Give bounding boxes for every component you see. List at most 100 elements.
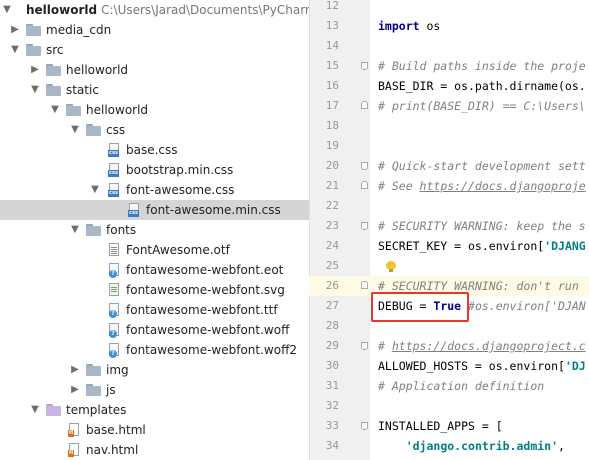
templates-folder-icon <box>46 404 61 416</box>
folder-icon <box>66 104 81 116</box>
fold-marker-icon[interactable] <box>361 422 368 430</box>
unknown-file-icon: ? <box>108 323 120 338</box>
tree-item-img[interactable]: ▶ img <box>0 360 309 380</box>
code-line-20: # Quick-start development sett <box>378 159 586 173</box>
chevron-down-icon[interactable]: ▼ <box>68 120 82 140</box>
chevron-right-icon[interactable]: ▶ <box>68 380 82 400</box>
lightbulb-icon[interactable] <box>386 261 396 273</box>
line-number: 12 <box>325 0 339 12</box>
text-file-icon <box>108 243 120 257</box>
folder-icon <box>26 24 41 36</box>
code-line-13: import os <box>378 19 441 33</box>
tree-item-src[interactable]: ▼ src <box>0 40 309 60</box>
css-file-icon: css <box>108 183 120 197</box>
tree-item-label: fonts <box>106 223 137 237</box>
tree-item-nav-html[interactable]: H nav.html <box>0 440 309 460</box>
chevron-right-icon[interactable]: ▶ <box>28 60 42 80</box>
folder-icon <box>86 124 101 136</box>
line-number: 31 <box>325 379 339 392</box>
css-file-icon: css <box>108 163 120 177</box>
tree-item-webfont-eot[interactable]: ? fontawesome-webfont.eot <box>0 260 309 280</box>
code-line-23: # SECURITY WARNING: keep the s <box>378 219 586 233</box>
line-number: 26 <box>325 279 339 292</box>
line-number: 30 <box>325 359 339 372</box>
line-number: 18 <box>325 119 339 132</box>
html-file-icon: H <box>68 443 80 457</box>
chevron-down-icon[interactable]: ▼ <box>28 400 42 420</box>
code-line-16: BASE_DIR = os.path.dirname(os. <box>378 79 586 93</box>
tree-item-label: FontAwesome.otf <box>126 243 230 257</box>
tree-item-js[interactable]: ▶ js <box>0 380 309 400</box>
tree-item-label: fontawesome-webfont.ttf <box>126 303 278 317</box>
tree-item-label: fontawesome-webfont.woff <box>126 323 290 337</box>
fold-marker-icon[interactable] <box>361 162 368 170</box>
tree-item-fonts[interactable]: ▼ fonts <box>0 220 309 240</box>
chevron-right-icon[interactable]: ▶ <box>68 360 82 380</box>
tree-item-font-awesome-min-css[interactable]: css font-awesome.min.css <box>0 200 309 220</box>
line-number: 27 <box>325 299 339 312</box>
docs-link[interactable]: https://docs.djangoproje <box>420 179 586 193</box>
code-line-34: 'django.contrib.admin', <box>405 439 565 453</box>
folder-icon <box>86 364 101 376</box>
fold-marker-icon[interactable] <box>361 342 368 350</box>
code-line-17: # print(BASE_DIR) == C:\Users\ <box>378 99 586 113</box>
line-number: 34 <box>325 439 339 452</box>
line-number: 13 <box>325 19 339 32</box>
tree-item-webfont-woff2[interactable]: ? fontawesome-webfont.woff2 <box>0 340 309 360</box>
line-number: 28 <box>325 319 339 332</box>
line-number: 22 <box>325 199 339 212</box>
fold-marker-icon[interactable] <box>361 281 368 289</box>
project-tree: ▼ helloworld C:\Users\Jarad\Documents\PyC… <box>0 0 309 460</box>
fold-marker-icon[interactable] <box>361 62 368 70</box>
tree-item-font-awesome-css[interactable]: ▼ css font-awesome.css <box>0 180 309 200</box>
tree-item-static-helloworld[interactable]: ▼ helloworld <box>0 100 309 120</box>
tree-item-label: css <box>106 123 126 137</box>
line-number: 23 <box>325 219 339 232</box>
chevron-down-icon[interactable]: ▼ <box>68 220 82 240</box>
chevron-down-icon[interactable]: ▼ <box>8 40 22 60</box>
code-line-31: # Application definition <box>378 379 545 393</box>
chevron-down-icon[interactable]: ▼ <box>28 80 42 100</box>
tree-item-webfont-svg[interactable]: fontawesome-webfont.svg <box>0 280 309 300</box>
code-line-33: INSTALLED_APPS = [ <box>378 419 503 433</box>
fold-marker-icon[interactable] <box>361 222 368 230</box>
fold-marker-icon[interactable] <box>361 101 368 109</box>
folder-icon <box>46 84 61 96</box>
tree-item-label: fontawesome-webfont.eot <box>126 263 284 277</box>
tree-item-label: font-awesome.min.css <box>146 203 281 217</box>
chevron-down-icon[interactable]: ▼ <box>48 100 62 120</box>
tree-item-label: font-awesome.css <box>126 183 235 197</box>
tree-item-fontawesome-otf[interactable]: FontAwesome.otf <box>0 240 309 260</box>
folder-icon <box>86 224 101 236</box>
tree-item-bootstrap-min-css[interactable]: css bootstrap.min.css <box>0 160 309 180</box>
chevron-right-icon[interactable]: ▶ <box>8 20 22 40</box>
line-number: 16 <box>325 79 339 92</box>
tree-root[interactable]: ▼ helloworld C:\Users\Jarad\Documents\PyC… <box>0 0 309 20</box>
tree-item-templates[interactable]: ▼ templates <box>0 400 309 420</box>
code-line-15: # Build paths inside the proje <box>378 59 586 73</box>
line-number: 15 <box>325 59 339 72</box>
tree-item-label: base.css <box>126 143 178 157</box>
tree-item-helloworld[interactable]: ▶ helloworld <box>0 60 309 80</box>
docs-link[interactable]: https://docs.djangoproject.c <box>392 339 586 353</box>
tree-item-css[interactable]: ▼ css <box>0 120 309 140</box>
chevron-down-icon[interactable]: ▼ <box>88 180 102 200</box>
tree-item-label: fontawesome-webfont.woff2 <box>126 343 297 357</box>
line-number: 20 <box>325 159 339 172</box>
line-number: 33 <box>325 419 339 432</box>
line-number: 14 <box>325 39 339 52</box>
svg-file-icon <box>108 283 120 297</box>
root-name: helloworld <box>26 3 98 17</box>
line-number: 25 <box>325 259 339 272</box>
tree-item-media-cdn[interactable]: ▶ media_cdn <box>0 20 309 40</box>
chevron-down-icon[interactable]: ▼ <box>0 0 14 20</box>
tree-item-webfont-ttf[interactable]: ? fontawesome-webfont.ttf <box>0 300 309 320</box>
fold-marker-icon[interactable] <box>361 181 368 189</box>
line-number: 17 <box>325 99 339 112</box>
tree-item-base-html[interactable]: H base.html <box>0 420 309 440</box>
line-number: 21 <box>325 179 339 192</box>
tree-item-base-css[interactable]: css base.css <box>0 140 309 160</box>
tree-item-webfont-woff[interactable]: ? fontawesome-webfont.woff <box>0 320 309 340</box>
tree-item-static[interactable]: ▼ static <box>0 80 309 100</box>
tree-item-label: nav.html <box>86 443 139 457</box>
